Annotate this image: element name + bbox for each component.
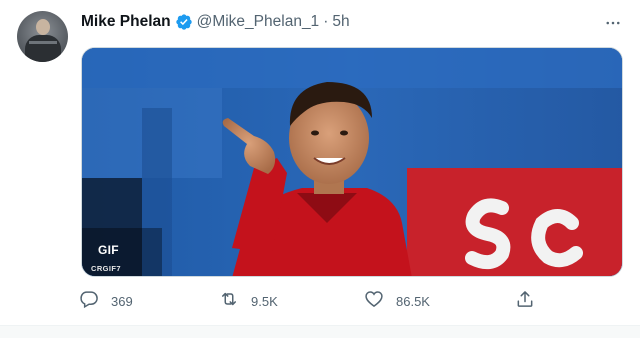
author-handle[interactable]: @Mike_Phelan_1: [197, 13, 320, 31]
share-button[interactable]: [515, 289, 535, 313]
avatar-head: [36, 19, 50, 35]
heart-icon: [364, 289, 384, 314]
gif-credit-watermark: CRGIF7: [91, 264, 121, 273]
gif-media[interactable]: GIF CRGIF7: [81, 47, 623, 277]
tweet-timestamp[interactable]: 5h: [332, 13, 349, 31]
avatar-stripe: [29, 41, 57, 44]
reply-button[interactable]: 369: [79, 289, 133, 313]
retweet-button[interactable]: 9.5K: [219, 289, 278, 313]
author-display-name[interactable]: Mike Phelan: [81, 13, 171, 31]
tweet-card[interactable]: Mike Phelan @Mike_Phelan_1 · 5h GIF CRGI…: [0, 0, 640, 325]
retweet-count: 9.5K: [251, 293, 278, 309]
gif-badge: GIF: [98, 243, 119, 257]
gif-frame-image: [82, 48, 622, 276]
like-button[interactable]: 86.5K: [364, 289, 430, 313]
like-count: 86.5K: [396, 293, 430, 309]
tweet-actions: 369 9.5K 86.5K: [79, 289, 549, 313]
reply-icon: [79, 289, 99, 314]
avatar[interactable]: [17, 11, 68, 62]
retweet-icon: [219, 289, 239, 314]
timeline-divider: [0, 325, 640, 338]
header-separator: ·: [323, 13, 329, 30]
more-icon[interactable]: [603, 13, 623, 33]
share-icon: [515, 289, 535, 314]
reply-count: 369: [111, 293, 133, 309]
verified-badge-icon: [175, 13, 193, 31]
tweet-header: Mike Phelan @Mike_Phelan_1 · 5h: [81, 12, 350, 32]
avatar-body: [25, 35, 61, 62]
